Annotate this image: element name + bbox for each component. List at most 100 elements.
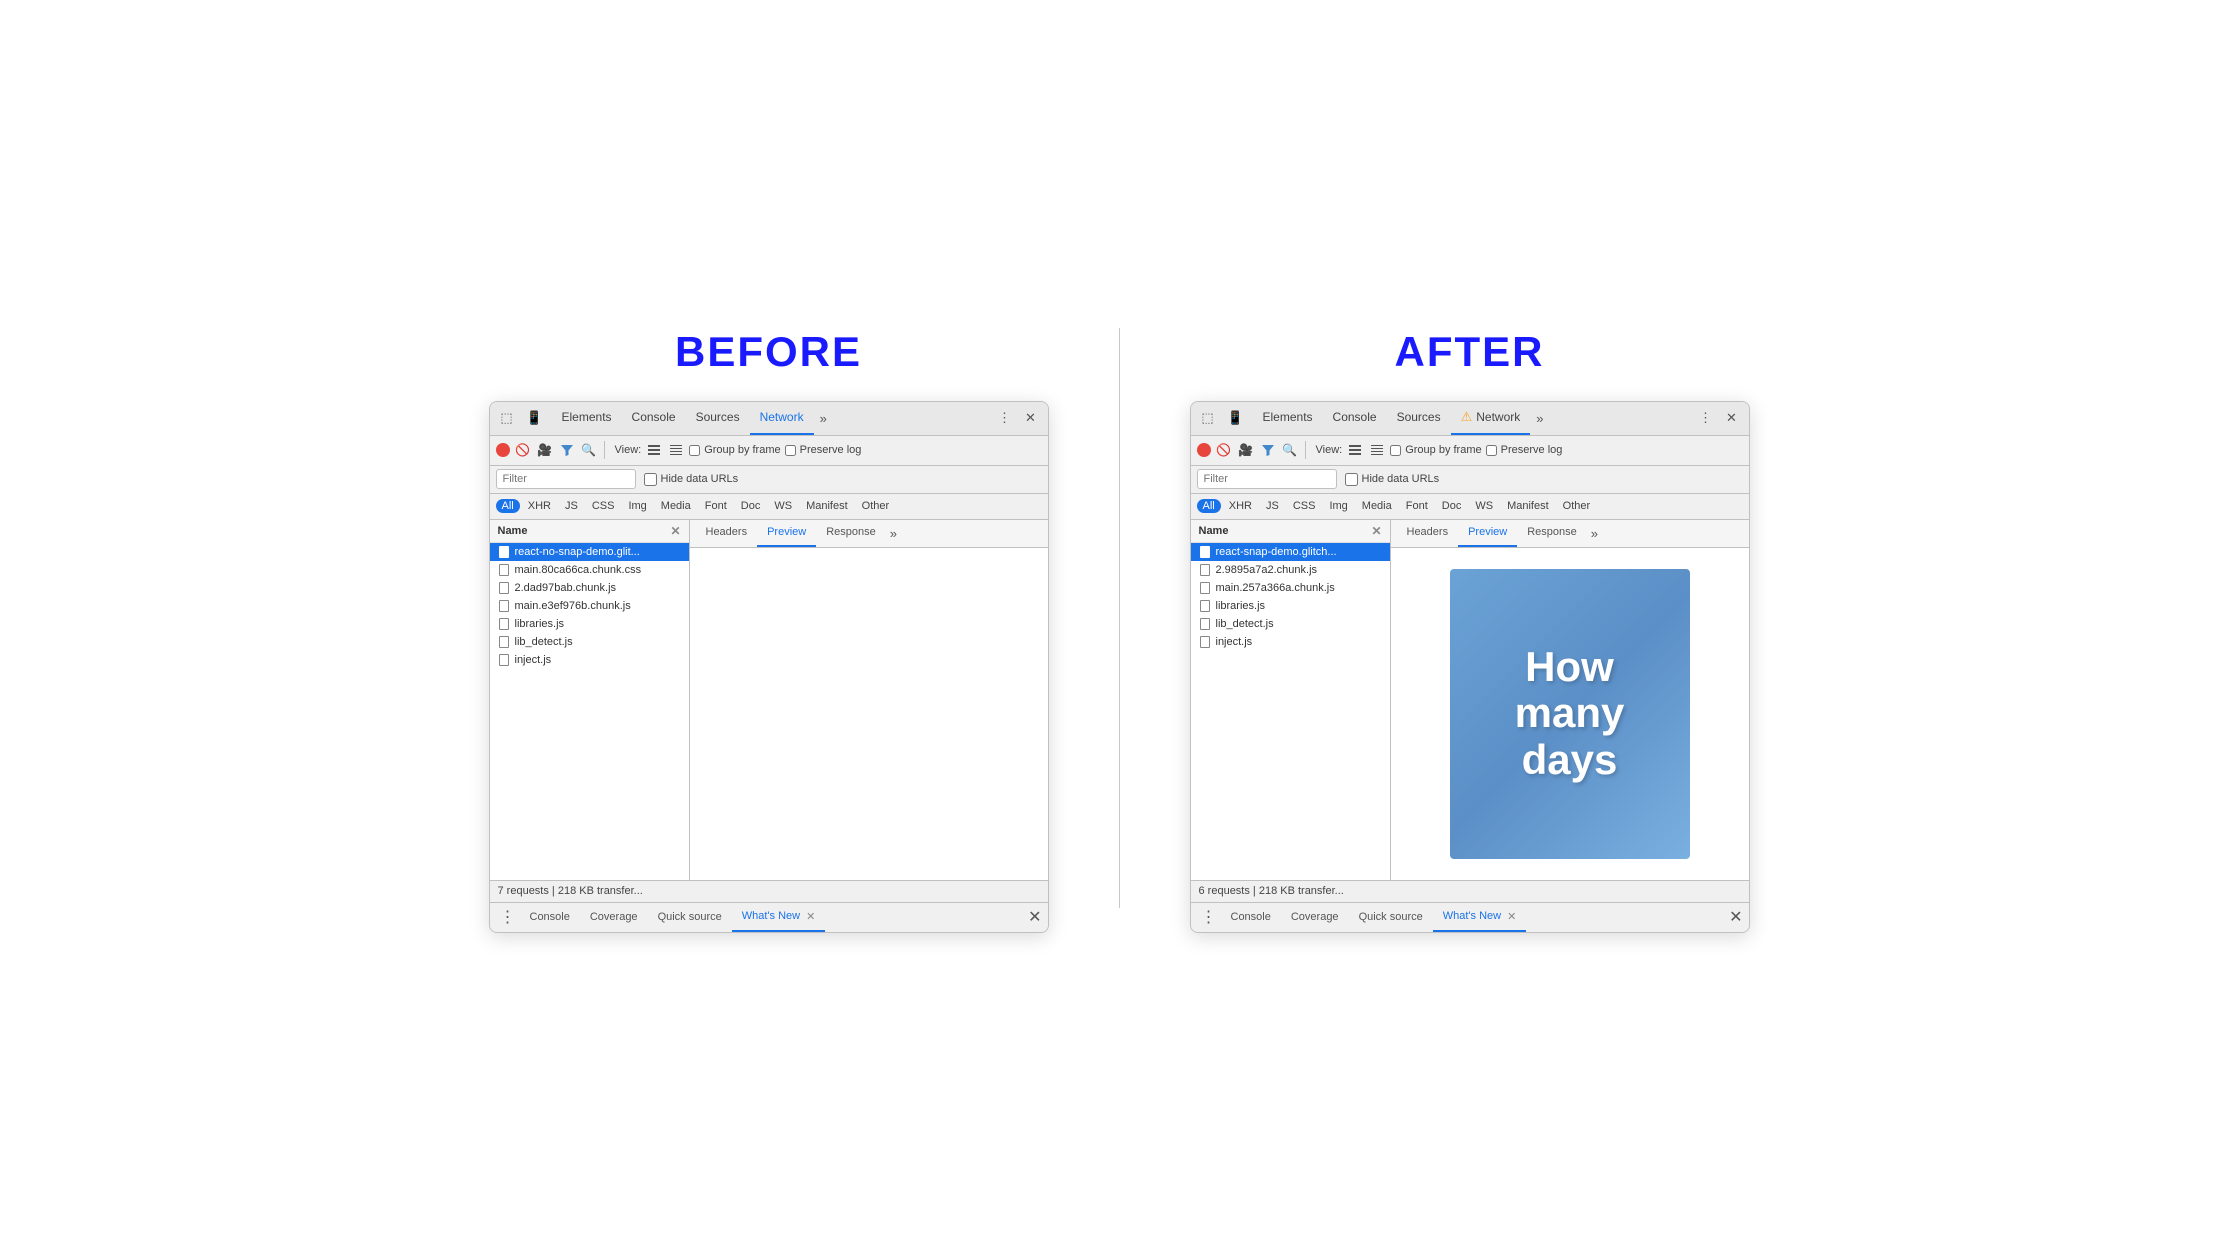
after-col-name-close[interactable]: ✕ <box>1371 524 1381 538</box>
more-options-icon[interactable]: ⋮ <box>994 407 1016 429</box>
after-bottom-tab-quicksource[interactable]: Quick source <box>1349 902 1433 932</box>
filter-input[interactable] <box>496 469 636 489</box>
filter-icon[interactable] <box>558 441 576 459</box>
group-by-frame-label[interactable]: Group by frame <box>689 444 780 456</box>
after-type-all[interactable]: All <box>1197 499 1221 513</box>
after-type-xhr[interactable]: XHR <box>1223 499 1258 513</box>
preserve-log-checkbox[interactable] <box>785 445 796 456</box>
group-by-frame-checkbox[interactable] <box>689 445 700 456</box>
bottom-tab-whatsnew[interactable]: What's New ✕ <box>732 902 826 932</box>
after-tab-console[interactable]: Console <box>1323 401 1387 435</box>
after-type-css[interactable]: CSS <box>1287 499 1322 513</box>
after-more-options-icon[interactable]: ⋮ <box>1695 407 1717 429</box>
col-name-close[interactable]: ✕ <box>670 524 680 538</box>
after-bottom-more[interactable]: ⋮ <box>1197 907 1221 927</box>
after-type-doc[interactable]: Doc <box>1436 499 1468 513</box>
bottom-tab-console[interactable]: Console <box>520 902 580 932</box>
view-list-icon[interactable] <box>645 441 663 459</box>
after-view-list-icon[interactable] <box>1346 441 1364 459</box>
after-preview-tab-more[interactable]: » <box>1587 526 1602 541</box>
after-filter-icon[interactable] <box>1259 441 1277 459</box>
type-doc[interactable]: Doc <box>735 499 767 513</box>
after-bottom-tab-console[interactable]: Console <box>1221 902 1281 932</box>
type-js[interactable]: JS <box>559 499 584 513</box>
device-icon[interactable]: 📱 <box>524 407 546 429</box>
after-tab-more[interactable]: » <box>1530 411 1549 426</box>
after-preview-tab-preview[interactable]: Preview <box>1458 519 1517 547</box>
type-all[interactable]: All <box>496 499 520 513</box>
bottom-close-icon[interactable]: ✕ <box>1028 907 1041 927</box>
tab-more[interactable]: » <box>814 411 833 426</box>
after-file-item-3[interactable]: libraries.js <box>1191 597 1390 615</box>
after-hide-data-urls-label[interactable]: Hide data URLs <box>1345 473 1440 486</box>
after-view-compact-icon[interactable] <box>1368 441 1386 459</box>
tab-network[interactable]: Network <box>750 401 814 435</box>
after-camera-icon[interactable]: 🎥 <box>1237 441 1255 459</box>
type-font[interactable]: Font <box>699 499 733 513</box>
file-item-4[interactable]: libraries.js <box>490 615 689 633</box>
after-file-item-1[interactable]: 2.9895a7a2.chunk.js <box>1191 561 1390 579</box>
tab-elements[interactable]: Elements <box>552 401 622 435</box>
after-close-devtools-icon[interactable]: ✕ <box>1721 407 1743 429</box>
after-type-manifest[interactable]: Manifest <box>1501 499 1555 513</box>
file-item-5[interactable]: lib_detect.js <box>490 633 689 651</box>
file-item-6[interactable]: inject.js <box>490 651 689 669</box>
preserve-log-label[interactable]: Preserve log <box>785 444 862 456</box>
after-file-item-2[interactable]: main.257a366a.chunk.js <box>1191 579 1390 597</box>
after-clear-icon[interactable]: 🚫 <box>1215 441 1233 459</box>
after-device-icon[interactable]: 📱 <box>1225 407 1247 429</box>
after-file-item-4[interactable]: lib_detect.js <box>1191 615 1390 633</box>
after-bottom-tab-whatsnew[interactable]: What's New ✕ <box>1433 902 1527 932</box>
after-type-img[interactable]: Img <box>1323 499 1353 513</box>
bottom-more[interactable]: ⋮ <box>496 907 520 927</box>
after-group-by-frame-label[interactable]: Group by frame <box>1390 444 1481 456</box>
bottom-tab-quicksource[interactable]: Quick source <box>648 902 732 932</box>
type-media[interactable]: Media <box>655 499 697 513</box>
file-item-2[interactable]: 2.dad97bab.chunk.js <box>490 579 689 597</box>
type-img[interactable]: Img <box>622 499 652 513</box>
bottom-tab-coverage[interactable]: Coverage <box>580 902 648 932</box>
after-record-button[interactable] <box>1197 443 1211 457</box>
preview-tab-headers[interactable]: Headers <box>696 519 758 547</box>
type-other[interactable]: Other <box>856 499 896 513</box>
after-inspect-icon[interactable]: ⬚ <box>1197 407 1219 429</box>
inspect-icon[interactable]: ⬚ <box>496 407 518 429</box>
close-devtools-icon[interactable]: ✕ <box>1020 407 1042 429</box>
after-type-js[interactable]: JS <box>1260 499 1285 513</box>
search-icon[interactable]: 🔍 <box>580 441 598 459</box>
after-preview-tab-response[interactable]: Response <box>1517 519 1587 547</box>
after-type-ws[interactable]: WS <box>1469 499 1499 513</box>
preview-tab-response[interactable]: Response <box>816 519 886 547</box>
tab-console[interactable]: Console <box>622 401 686 435</box>
after-tab-sources[interactable]: Sources <box>1387 401 1451 435</box>
record-button[interactable] <box>496 443 510 457</box>
after-type-font[interactable]: Font <box>1400 499 1434 513</box>
bottom-tab-whatsnew-close[interactable]: ✕ <box>806 910 815 923</box>
after-tab-elements[interactable]: Elements <box>1253 401 1323 435</box>
after-preserve-log-label[interactable]: Preserve log <box>1486 444 1563 456</box>
after-preview-tab-headers[interactable]: Headers <box>1397 519 1459 547</box>
after-type-other[interactable]: Other <box>1557 499 1597 513</box>
after-file-item-0[interactable]: react-snap-demo.glitch... <box>1191 543 1390 561</box>
preview-tab-more[interactable]: » <box>886 526 901 541</box>
view-compact-icon[interactable] <box>667 441 685 459</box>
tab-sources[interactable]: Sources <box>686 401 750 435</box>
after-bottom-tab-coverage[interactable]: Coverage <box>1281 902 1349 932</box>
preview-tab-preview[interactable]: Preview <box>757 519 816 547</box>
file-item-0[interactable]: react-no-snap-demo.glit... <box>490 543 689 561</box>
file-item-3[interactable]: main.e3ef976b.chunk.js <box>490 597 689 615</box>
after-hide-data-urls-checkbox[interactable] <box>1345 473 1358 486</box>
after-preserve-log-checkbox[interactable] <box>1486 445 1497 456</box>
after-tab-network[interactable]: ⚠ Network <box>1451 401 1531 435</box>
after-bottom-close-icon[interactable]: ✕ <box>1729 907 1742 927</box>
file-item-1[interactable]: main.80ca66ca.chunk.css <box>490 561 689 579</box>
camera-icon[interactable]: 🎥 <box>536 441 554 459</box>
hide-data-urls-checkbox[interactable] <box>644 473 657 486</box>
after-search-icon[interactable]: 🔍 <box>1281 441 1299 459</box>
hide-data-urls-label[interactable]: Hide data URLs <box>644 473 739 486</box>
after-type-media[interactable]: Media <box>1356 499 1398 513</box>
after-file-item-5[interactable]: inject.js <box>1191 633 1390 651</box>
after-filter-input[interactable] <box>1197 469 1337 489</box>
after-group-by-frame-checkbox[interactable] <box>1390 445 1401 456</box>
type-css[interactable]: CSS <box>586 499 621 513</box>
